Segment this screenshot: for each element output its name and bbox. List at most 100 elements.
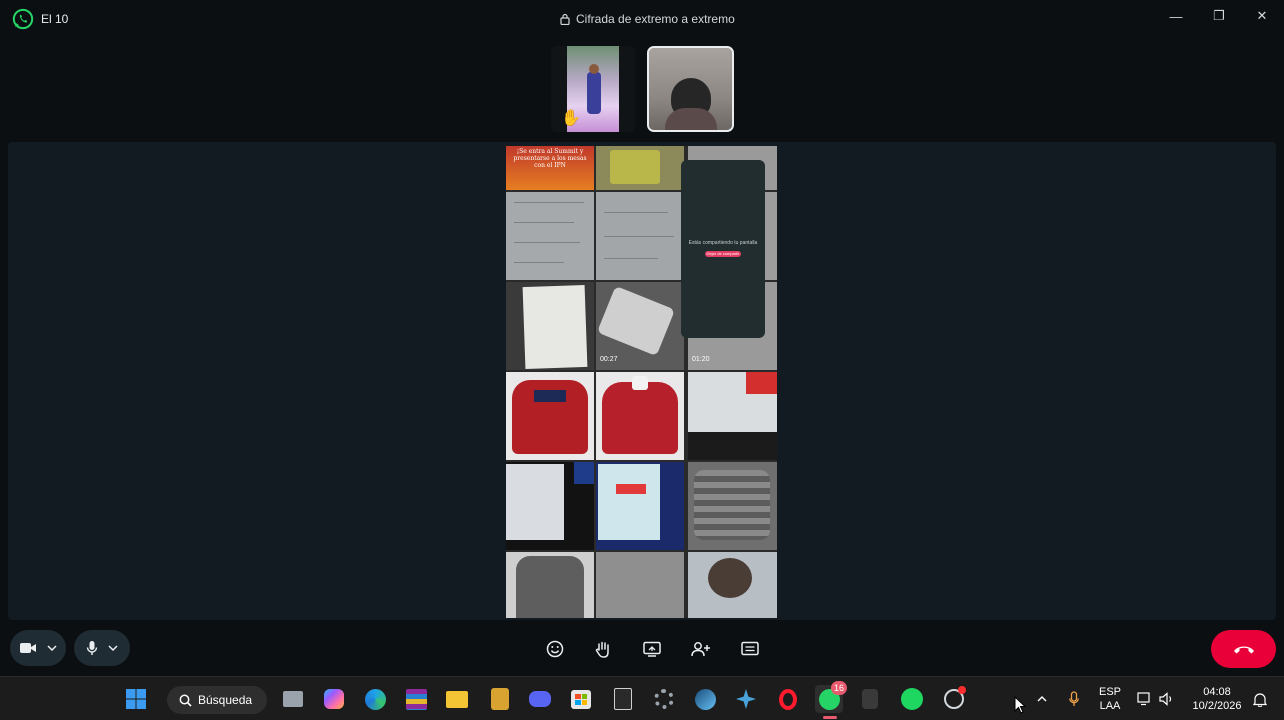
winrar-icon — [405, 688, 427, 710]
epic-games-app[interactable] — [609, 685, 637, 713]
bell-icon — [1253, 692, 1267, 707]
active-indicator — [823, 716, 837, 719]
screen-share-dialog: Estás compartiendo tu pantalla Dejar de … — [681, 160, 765, 338]
opera-app[interactable] — [774, 685, 802, 713]
gallery-tile-banner: ¡Se entra al Summit y presentarse a los … — [506, 146, 594, 190]
game-app[interactable] — [486, 685, 514, 713]
whatsapp-call-window: El 10 Cifrada de extremo a extremo — ❐ ✕… — [0, 0, 1284, 676]
chevron-down-icon — [108, 645, 118, 651]
emoji-reaction-button[interactable] — [543, 638, 567, 660]
microphone-toggle-button[interactable] — [74, 630, 130, 666]
camera-toggle-button[interactable] — [10, 630, 66, 666]
input-language-indicator[interactable]: ESP LAA — [1096, 685, 1124, 713]
gallery-tile-screenshot — [688, 372, 777, 460]
speaker-icon — [1159, 692, 1172, 706]
volume-button[interactable] — [1156, 685, 1178, 713]
add-participant-icon — [691, 642, 710, 657]
lock-icon — [560, 13, 570, 25]
winrar-app[interactable] — [402, 685, 430, 713]
person-figure — [587, 72, 601, 114]
gallery-tile-notes — [506, 192, 594, 280]
self-shoulders — [665, 108, 717, 130]
epic-games-icon — [614, 688, 632, 710]
store-icon — [571, 689, 591, 709]
gallery-tile-photo — [688, 462, 777, 550]
emoji-icon — [546, 640, 564, 658]
network-icon — [1137, 692, 1150, 706]
whatsapp-logo-icon — [12, 8, 34, 30]
chat-button[interactable] — [738, 638, 762, 660]
gallery-tile-notes — [596, 192, 684, 280]
gallery-tile-screenshot — [596, 462, 684, 550]
video-duration: 01:20 — [692, 356, 710, 363]
notification-badge: 16 — [831, 681, 847, 695]
discord-icon — [529, 691, 551, 707]
gallery-tile-shirt — [596, 372, 684, 460]
show-hidden-icons-button[interactable] — [1030, 685, 1054, 713]
participant-thumbnail-remote[interactable]: ✋ — [551, 46, 635, 132]
star-app-icon — [736, 689, 756, 709]
folder-icon — [446, 690, 468, 708]
file-explorer-app[interactable] — [443, 685, 471, 713]
clock-time: 04:08 — [1203, 686, 1231, 698]
mouse-cursor-icon — [1014, 696, 1026, 714]
game-icon — [491, 688, 509, 710]
opera-icon — [779, 688, 797, 710]
chevron-up-icon — [1037, 696, 1047, 702]
encryption-notice: Cifrada de extremo a extremo — [560, 12, 735, 26]
steam-icon — [694, 688, 716, 710]
gallery-tile-photo — [596, 146, 684, 190]
chat-icon — [741, 641, 759, 656]
gallery-tile-photo — [596, 552, 684, 618]
steam-app[interactable] — [691, 685, 719, 713]
spotify-app[interactable] — [898, 685, 926, 713]
stop-sharing-button: Dejar de compartir — [705, 251, 741, 257]
clock-date: 10/2/2026 — [1192, 700, 1242, 712]
shared-screen-gallery: ¡Se entra al Summit y presentarse a los … — [506, 146, 777, 618]
settings-app[interactable] — [650, 685, 678, 713]
copilot-app[interactable] — [320, 685, 348, 713]
dialog-text: Estás compartiendo tu pantalla — [688, 240, 758, 246]
minimize-button[interactable]: — — [1163, 6, 1189, 26]
title-bar: El 10 Cifrada de extremo a extremo — ❐ ✕ — [0, 0, 1284, 38]
obs-app[interactable] — [940, 685, 968, 713]
raise-hand-button[interactable] — [591, 638, 615, 660]
add-participant-button[interactable] — [689, 638, 713, 660]
discord-app[interactable] — [526, 685, 554, 713]
gallery-tile-paper — [506, 282, 594, 370]
gallery-tile-shirt — [506, 552, 594, 618]
start-button[interactable] — [122, 685, 150, 713]
clock[interactable]: 04:08 10/2/2026 — [1184, 685, 1250, 713]
pinned-app[interactable] — [732, 685, 760, 713]
taskbar-search[interactable]: Búsqueda — [167, 686, 267, 714]
edge-app[interactable] — [361, 685, 389, 713]
gallery-tile-video: 00:27 — [596, 282, 684, 370]
microphone-icon — [1069, 691, 1079, 706]
banner-text: ¡Se entra al Summit y presentarse a los … — [513, 148, 587, 169]
raise-hand-icon — [595, 641, 609, 658]
restore-button[interactable]: ❐ — [1206, 6, 1232, 26]
video-camera-icon — [20, 643, 36, 653]
share-screen-button[interactable] — [640, 638, 664, 660]
share-screen-icon — [643, 641, 661, 657]
notifications-button[interactable] — [1250, 685, 1270, 713]
end-call-button[interactable] — [1211, 630, 1276, 668]
gallery-tile-screenshot — [506, 462, 594, 550]
spotify-icon — [901, 688, 923, 710]
pinned-app[interactable] — [856, 685, 884, 713]
chevron-down-icon — [47, 645, 57, 651]
close-button[interactable]: ✕ — [1249, 6, 1275, 26]
network-button[interactable] — [1134, 685, 1156, 713]
keyboard-layout: LAA — [1099, 700, 1121, 712]
gear-icon — [654, 689, 674, 709]
windows-taskbar: Búsqueda 16 ESP LAA 04:08 10/2/2026 — [0, 676, 1284, 720]
task-view-app[interactable] — [279, 685, 307, 713]
participant-thumbnail-self[interactable] — [647, 46, 734, 132]
hang-up-icon — [1233, 646, 1254, 654]
search-icon — [179, 694, 192, 707]
microphone-in-use-indicator[interactable] — [1062, 685, 1086, 713]
whatsapp-app[interactable]: 16 — [815, 681, 847, 719]
microsoft-store-app[interactable] — [567, 685, 595, 713]
gallery-tile-shirt — [506, 372, 594, 460]
call-title: El 10 — [41, 12, 69, 26]
